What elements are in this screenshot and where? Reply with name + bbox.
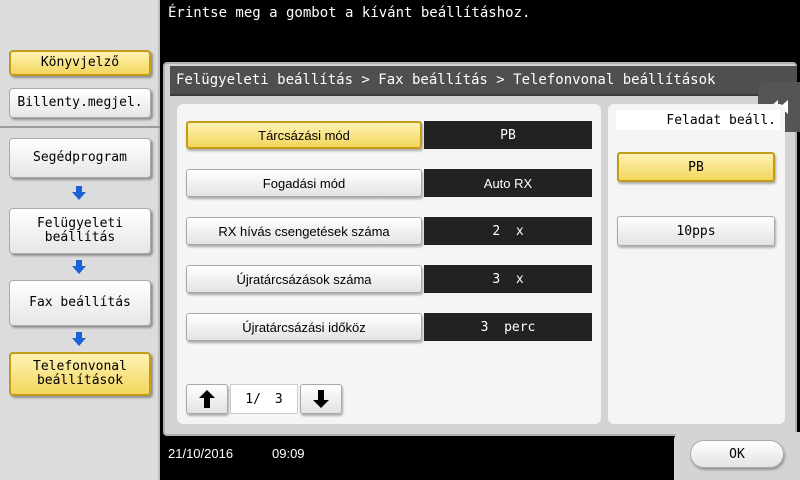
path-admin-settings[interactable]: Felügyeleti beállítás xyxy=(9,208,151,254)
breadcrumb: Felügyeleti beállítás > Fax beállítás > … xyxy=(170,66,797,96)
time-display: 09:09 xyxy=(272,446,305,461)
path-utility[interactable]: Segédprogram xyxy=(9,138,151,178)
page-indicator: 1/ 3 xyxy=(230,384,298,414)
row-redial-interval-value: 3 perc xyxy=(424,313,592,341)
row-receive-mode-value: Auto RX xyxy=(424,169,592,197)
page-down-button[interactable] xyxy=(300,384,342,414)
page-total: 3 xyxy=(274,391,283,407)
down-arrow-icon xyxy=(72,186,86,200)
path-phone-line-settings[interactable]: Telefonvonal beállítások xyxy=(9,352,151,396)
sidebar-divider xyxy=(0,126,160,128)
page-current: 1/ xyxy=(245,391,261,407)
job-settings-label: Feladat beáll. xyxy=(616,110,780,130)
row-receive-mode-button[interactable]: Fogadási mód xyxy=(186,169,422,197)
bookmark-button[interactable]: Könyvjelző xyxy=(9,50,151,76)
down-arrow-icon xyxy=(72,332,86,346)
page-up-button[interactable] xyxy=(186,384,228,414)
ok-button[interactable]: OK xyxy=(690,440,784,468)
row-rx-rings-value: 2 x xyxy=(424,217,592,245)
row-redial-interval-button[interactable]: Újratárcsázási időköz xyxy=(186,313,422,341)
option-pb-button[interactable]: PB xyxy=(617,152,775,182)
left-sidebar: Könyvjelző Billenty.megjel. Segédprogram… xyxy=(0,0,160,480)
keyboard-button[interactable]: Billenty.megjel. xyxy=(9,88,151,118)
row-dial-mode-button[interactable]: Tárcsázási mód xyxy=(186,121,422,149)
row-dial-mode-value: PB xyxy=(424,121,592,149)
down-arrow-icon xyxy=(72,260,86,274)
row-rx-rings-button[interactable]: RX hívás csengetések száma xyxy=(186,217,422,245)
option-10pps-button[interactable]: 10pps xyxy=(617,216,775,246)
instruction-message: Érintse meg a gombot a kívánt beállításh… xyxy=(168,5,531,21)
settings-list xyxy=(177,104,601,424)
row-redial-count-button[interactable]: Újratárcsázások száma xyxy=(186,265,422,293)
row-redial-count-value: 3 x xyxy=(424,265,592,293)
date-display: 21/10/2016 xyxy=(168,446,234,461)
path-fax-settings[interactable]: Fax beállítás xyxy=(9,280,151,326)
arrow-up-icon xyxy=(199,390,215,408)
pager: 1/ 3 xyxy=(186,384,344,414)
arrow-down-icon xyxy=(313,390,329,408)
